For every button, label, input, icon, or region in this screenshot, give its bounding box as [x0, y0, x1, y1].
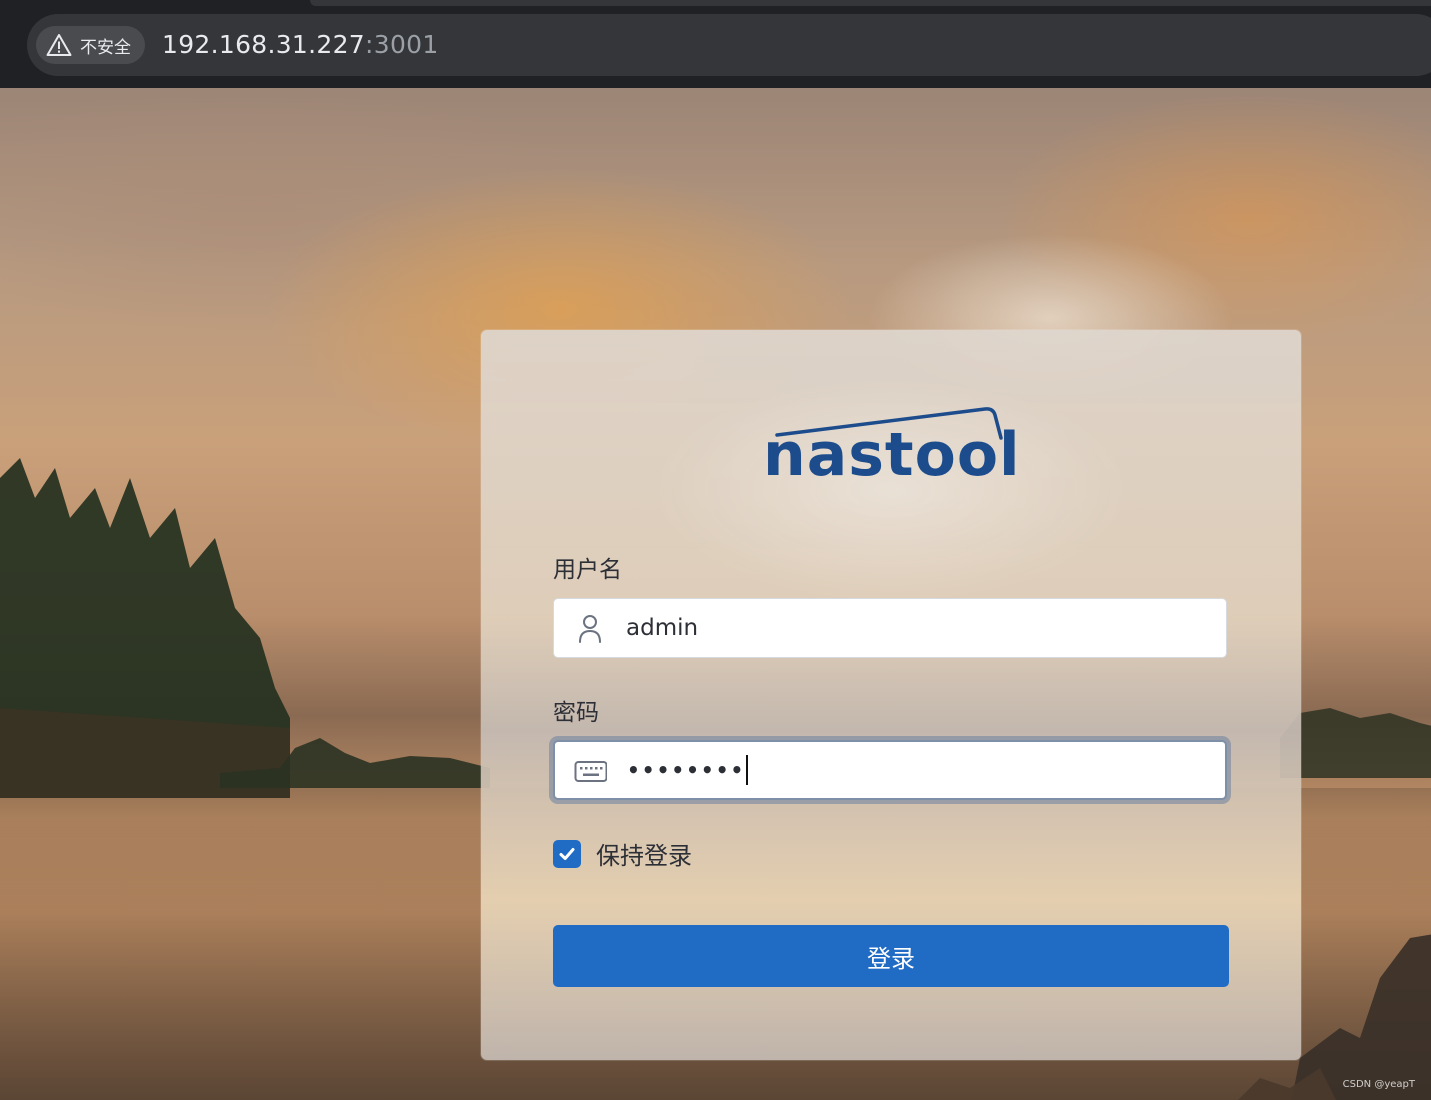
username-value: admin [626, 615, 699, 641]
text-caret [746, 755, 749, 785]
security-label: 不安全 [80, 37, 131, 58]
warning-triangle-icon [46, 34, 72, 56]
background-islet [220, 738, 490, 788]
password-field[interactable]: •••••••• [553, 740, 1227, 800]
login-card: nastool 用户名 admin 密码 •••••••• 保持登录 登录 [481, 330, 1301, 1060]
watermark: CSDN @yeapT [1342, 1079, 1415, 1090]
login-page: CSDN @yeapT nastool 用户名 admin 密码 •••••••… [0, 88, 1431, 1100]
user-icon [579, 615, 601, 643]
background-shore [1280, 708, 1431, 778]
password-value-wrap: •••••••• [627, 742, 749, 798]
remember-checkbox[interactable] [553, 839, 581, 868]
security-chip[interactable]: 不安全 [36, 26, 145, 64]
url-host: 192.168.31.227 [162, 30, 366, 59]
logo-text: nastool [763, 420, 1021, 490]
tab-strip [310, 0, 1431, 6]
check-icon [559, 847, 575, 860]
remember-label[interactable]: 保持登录 [596, 836, 692, 871]
keyboard-icon [574, 761, 607, 782]
logo: nastool [763, 405, 1023, 505]
password-label: 密码 [553, 700, 599, 726]
url-text[interactable]: 192.168.31.227:3001 [162, 30, 439, 59]
remember-me[interactable]: 保持登录 [553, 836, 692, 871]
username-field[interactable]: admin [553, 598, 1227, 658]
username-label: 用户名 [553, 557, 622, 583]
login-button[interactable]: 登录 [553, 925, 1229, 987]
address-bar[interactable]: 不安全 192.168.31.227:3001 [27, 14, 1431, 76]
url-port: :3001 [365, 30, 439, 59]
password-value: •••••••• [627, 758, 746, 782]
browser-toolbar: 不安全 192.168.31.227:3001 [0, 0, 1431, 88]
